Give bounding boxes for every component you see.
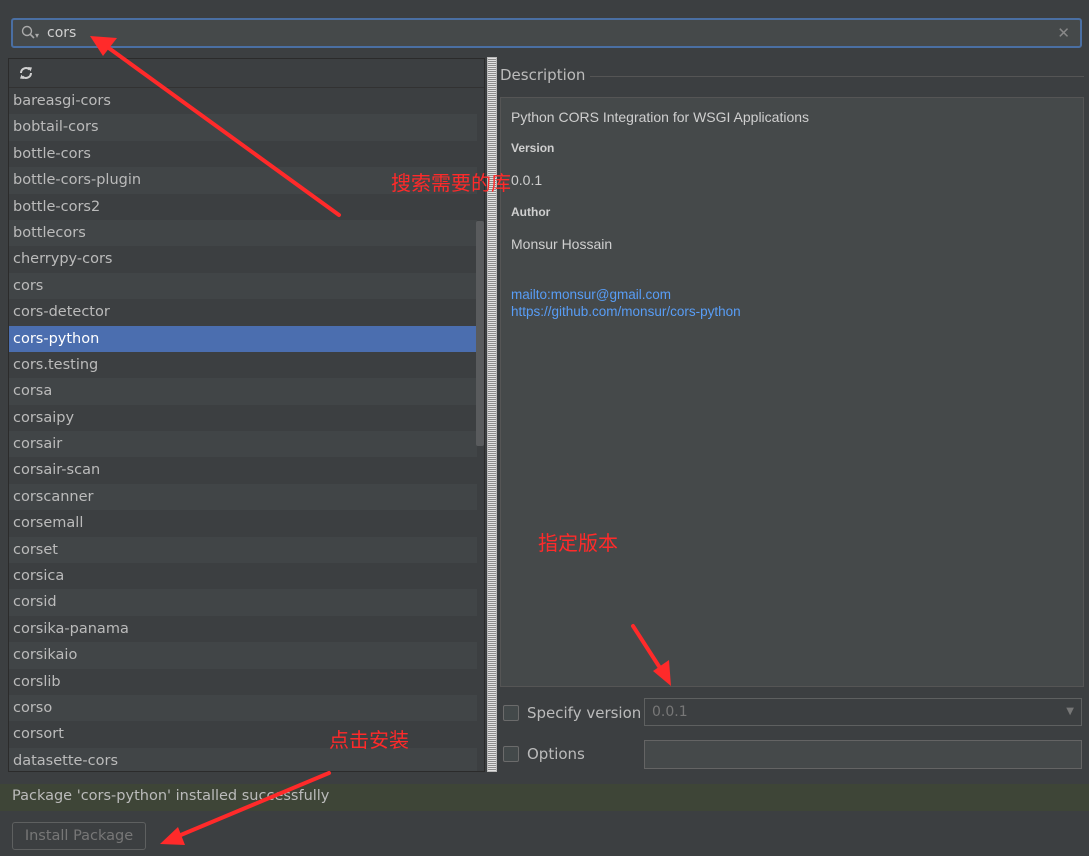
list-item[interactable]: corso <box>9 694 477 722</box>
list-item[interactable]: bottlecors <box>9 219 477 247</box>
specify-version-label: Specify version <box>527 704 642 722</box>
author-email-link[interactable]: mailto:monsur@gmail.com <box>511 287 671 302</box>
description-header: Description <box>500 66 1085 86</box>
list-item[interactable]: bottle-cors <box>9 141 477 167</box>
package-summary: Python CORS Integration for WSGI Applica… <box>511 109 810 125</box>
list-toolbar <box>9 59 484 88</box>
list-item[interactable]: bareasgi-cors <box>9 88 477 114</box>
refresh-icon[interactable] <box>18 65 34 81</box>
arrow-to-install-head <box>160 827 185 845</box>
search-input[interactable] <box>47 23 1047 43</box>
list-item[interactable]: corsa <box>9 378 477 405</box>
search-field[interactable]: ▾ ✕ <box>11 18 1082 48</box>
project-url-link[interactable]: https://github.com/monsur/cors-python <box>511 304 741 319</box>
search-history-chevron-icon[interactable]: ▾ <box>35 31 39 40</box>
list-item[interactable]: bottle-cors2 <box>9 194 477 220</box>
list-item[interactable]: cors-detector <box>9 299 477 325</box>
list-item[interactable]: corscanner <box>9 483 477 511</box>
version-heading: Version <box>511 141 555 155</box>
list-item-selected[interactable]: cors-python <box>9 325 477 352</box>
specify-version-checkbox[interactable] <box>503 705 519 721</box>
list-item[interactable]: corsair <box>9 431 477 458</box>
search-icon[interactable] <box>21 25 35 39</box>
list-item[interactable]: corslib <box>9 669 477 695</box>
list-item[interactable]: corsair-scan <box>9 457 477 483</box>
description-panel: Python CORS Integration for WSGI Applica… <box>500 97 1084 687</box>
version-select-value: 0.0.1 <box>652 704 688 720</box>
list-item[interactable]: corsikaio <box>9 642 477 669</box>
list-item[interactable]: corsica <box>9 563 477 589</box>
status-bar: Package 'cors-python' installed successf… <box>0 784 1089 811</box>
list-item[interactable]: corset <box>9 536 477 564</box>
list-item[interactable]: corsika-panama <box>9 616 477 642</box>
description-divider <box>590 76 1084 77</box>
package-list-panel: bareasgi-cors bobtail-cors bottle-cors bott… <box>8 58 485 772</box>
clear-search-icon[interactable]: ✕ <box>1057 24 1070 42</box>
chevron-down-icon[interactable]: ▼ <box>1066 706 1074 717</box>
options-input[interactable] <box>644 740 1082 769</box>
panel-splitter[interactable] <box>487 57 497 772</box>
status-message: Package 'cors-python' installed successf… <box>12 788 330 804</box>
annotation-version-note: 指定版本 <box>538 531 618 555</box>
options-checkbox[interactable] <box>503 746 519 762</box>
list-item[interactable]: cors <box>9 272 477 300</box>
list-scrollbar[interactable] <box>476 221 484 446</box>
list-item[interactable]: corsid <box>9 589 477 616</box>
options-label: Options <box>527 745 585 763</box>
author-value: Monsur Hossain <box>511 236 613 252</box>
list-item[interactable]: corsaipy <box>9 405 477 431</box>
list-item[interactable]: cherrypy-cors <box>9 246 477 272</box>
annotation-search-note: 搜索需要的库 <box>391 171 511 195</box>
list-item[interactable]: corsemall <box>9 510 477 536</box>
description-label: Description <box>500 66 586 84</box>
version-select[interactable]: 0.0.1 ▼ <box>644 698 1082 726</box>
annotation-install-note: 点击安装 <box>329 728 409 752</box>
author-heading: Author <box>511 205 551 219</box>
list-item[interactable]: cors.testing <box>9 352 477 378</box>
list-item[interactable]: bobtail-cors <box>9 114 477 141</box>
version-value: 0.0.1 <box>511 172 543 188</box>
install-package-button[interactable]: Install Package <box>12 822 146 850</box>
